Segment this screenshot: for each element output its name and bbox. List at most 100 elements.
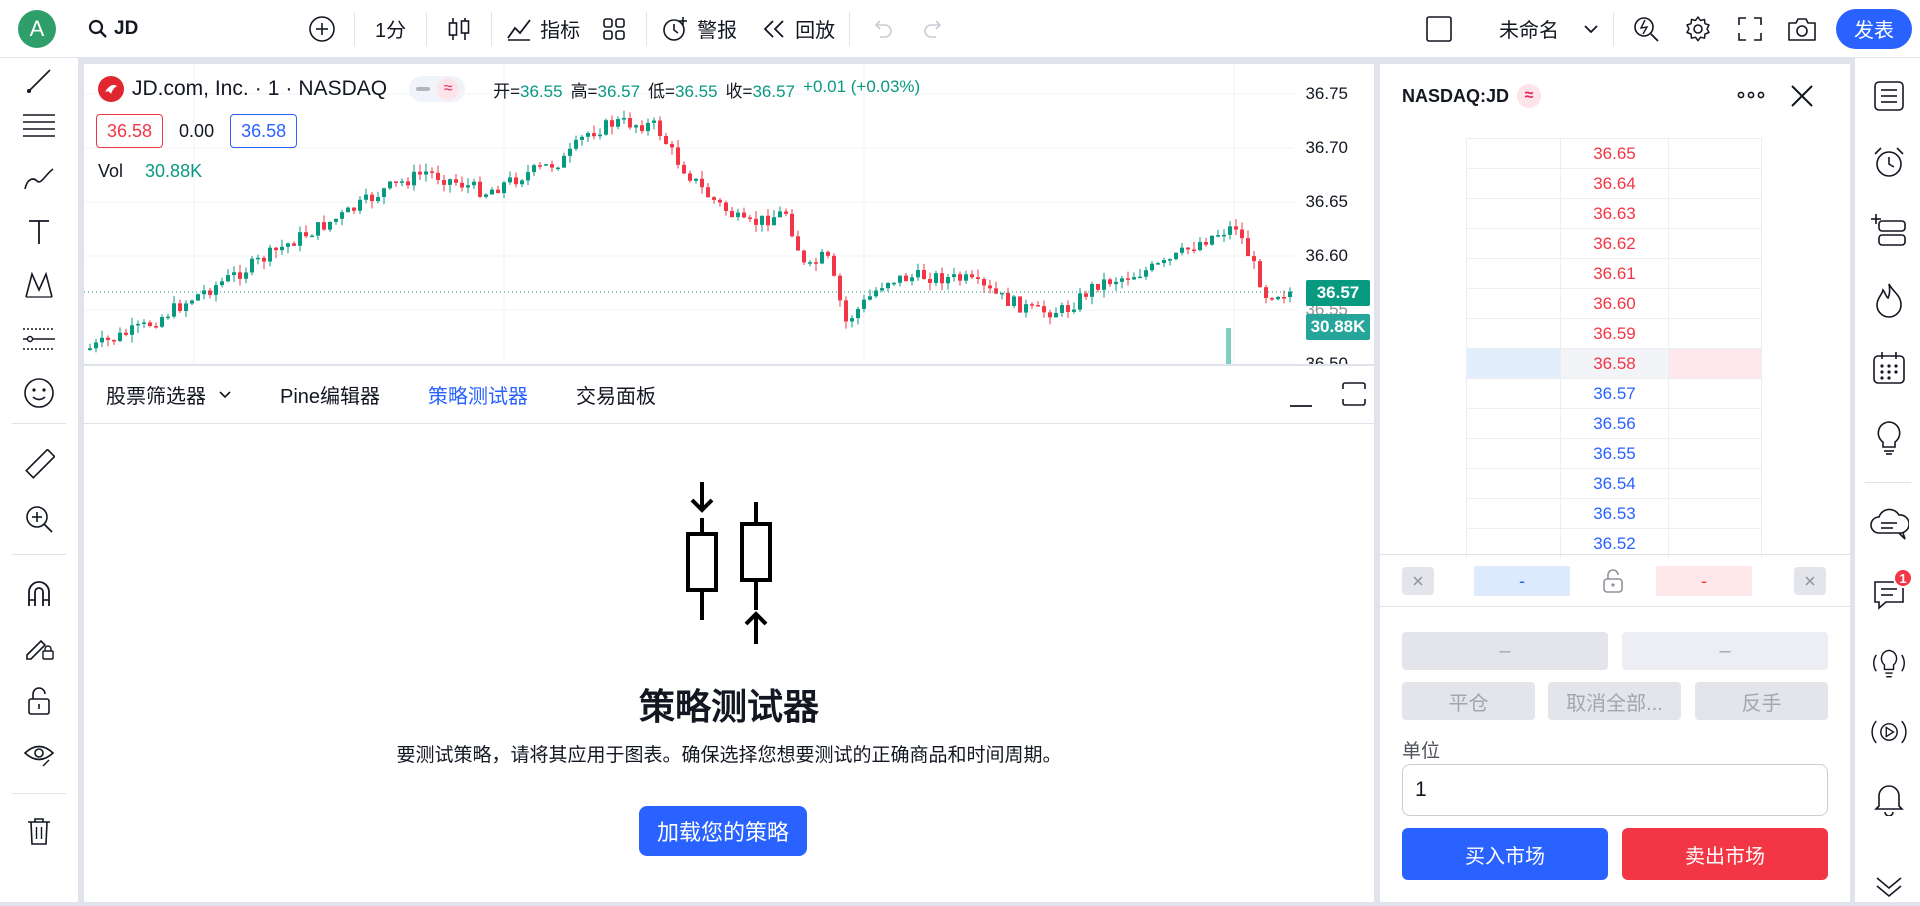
sell-limit-button[interactable]: – <box>1622 632 1828 670</box>
fullscreen-button[interactable] <box>1724 9 1776 49</box>
price-chart[interactable] <box>84 64 1374 364</box>
notifications-button[interactable] <box>1869 778 1909 818</box>
tab-stock-screener[interactable]: 股票筛选器 <box>106 380 232 409</box>
market-status-pill[interactable]: ≈ <box>409 76 466 102</box>
tech-support-button[interactable] <box>1869 644 1909 684</box>
user-avatar[interactable]: A <box>18 9 56 48</box>
dom-close-button[interactable] <box>1790 84 1814 108</box>
ladder-sell-cell[interactable] <box>1668 138 1762 168</box>
ladder-row[interactable]: 36.53 <box>1466 498 1762 528</box>
object-tree-button[interactable] <box>1869 210 1909 250</box>
clear-bid-button[interactable] <box>1402 567 1434 595</box>
ladder-sell-cell[interactable] <box>1668 198 1762 228</box>
clear-ask-button[interactable] <box>1794 567 1826 595</box>
units-input[interactable]: 1 <box>1402 764 1828 816</box>
ladder-row[interactable]: 36.57 <box>1466 378 1762 408</box>
zoom-tool[interactable] <box>20 500 58 538</box>
compare-symbol-button[interactable] <box>296 9 348 49</box>
publish-button[interactable]: 发表 <box>1836 8 1912 49</box>
replay-button[interactable]: 回放 <box>753 9 843 49</box>
cancel-all-button[interactable]: 取消全部... <box>1548 682 1681 720</box>
ladder-sell-cell[interactable] <box>1668 438 1762 468</box>
remove-drawings-tool[interactable] <box>20 812 58 850</box>
load-strategy-button[interactable]: 加载您的策略 <box>639 806 808 856</box>
watchlist-button[interactable] <box>1869 76 1909 116</box>
ladder-sell-cell[interactable] <box>1668 228 1762 258</box>
ladder-row[interactable]: 36.65 <box>1466 138 1762 168</box>
ladder-buy-cell[interactable] <box>1466 348 1560 378</box>
ladder-sell-cell[interactable] <box>1668 348 1762 378</box>
hide-drawings-tool[interactable] <box>20 736 58 774</box>
quick-search-button[interactable] <box>1620 9 1672 49</box>
lock-drawings-tool[interactable] <box>20 682 58 720</box>
stay-in-drawing-tool[interactable] <box>20 628 58 666</box>
ladder-sell-cell[interactable] <box>1668 168 1762 198</box>
ladder-sell-cell[interactable] <box>1668 288 1762 318</box>
sell-price-box[interactable]: 36.58 <box>96 114 164 148</box>
ladder-sell-cell[interactable] <box>1668 498 1762 528</box>
maximize-button[interactable] <box>1340 380 1368 410</box>
symbol-search[interactable]: JD <box>80 9 210 49</box>
flatten-button[interactable]: 平仓 <box>1402 682 1535 720</box>
broadcast-button[interactable] <box>1869 712 1909 752</box>
ladder-buy-cell[interactable] <box>1466 498 1560 528</box>
ladder-buy-cell[interactable] <box>1466 138 1560 168</box>
tab-trading-panel[interactable]: 交易面板 <box>576 380 656 409</box>
messages-button[interactable]: 1 <box>1869 568 1913 614</box>
chart-type-button[interactable] <box>433 9 485 49</box>
alert-button[interactable]: 警报 <box>653 9 745 49</box>
trend-line-tool[interactable] <box>20 62 58 100</box>
alerts-button[interactable] <box>1869 142 1909 182</box>
ladder-row[interactable]: 36.63 <box>1466 198 1762 228</box>
buy-market-button[interactable]: 买入市场 <box>1402 828 1608 880</box>
brush-tool[interactable] <box>20 160 58 198</box>
ladder-sell-cell[interactable] <box>1668 378 1762 408</box>
minimize-button[interactable] <box>1288 380 1314 410</box>
snapshot-button[interactable] <box>1776 9 1828 49</box>
ladder-buy-cell[interactable] <box>1466 468 1560 498</box>
buy-price-box[interactable]: 36.58 <box>230 114 298 148</box>
interval-button[interactable]: 1分 <box>361 9 420 49</box>
tab-pine-editor[interactable]: Pine编辑器 <box>280 380 380 409</box>
ideas-button[interactable] <box>1869 418 1909 458</box>
ladder-buy-cell[interactable] <box>1466 198 1560 228</box>
tab-strategy-tester[interactable]: 策略测试器 <box>428 380 528 409</box>
ladder-buy-cell[interactable] <box>1466 318 1560 348</box>
settings-button[interactable] <box>1672 9 1724 49</box>
ladder-row[interactable]: 36.60 <box>1466 288 1762 318</box>
reverse-button[interactable]: 反手 <box>1695 682 1828 720</box>
dom-more-button[interactable] <box>1736 90 1766 100</box>
pattern-tool[interactable] <box>20 266 58 304</box>
fib-tool[interactable] <box>20 106 58 144</box>
collapse-sidebar-button[interactable] <box>1869 866 1909 906</box>
prediction-tool[interactable] <box>20 320 58 358</box>
calendar-button[interactable] <box>1869 348 1909 388</box>
ladder-row[interactable]: 36.54 <box>1466 468 1762 498</box>
lock-ladder-button[interactable] <box>1601 568 1625 594</box>
ladder-buy-cell[interactable] <box>1466 288 1560 318</box>
indicators-button[interactable]: 指标 <box>498 9 588 49</box>
ladder-sell-cell[interactable] <box>1668 258 1762 288</box>
chart-pane[interactable]: JD.com, Inc. · 1 · NASDAQ ≈ 开=36.55 高=36… <box>84 64 1374 364</box>
ladder-buy-cell[interactable] <box>1466 258 1560 288</box>
hotlists-button[interactable] <box>1869 280 1909 320</box>
sell-market-button[interactable]: 卖出市场 <box>1622 828 1828 880</box>
magnet-tool[interactable] <box>20 574 58 612</box>
text-tool[interactable] <box>20 213 58 251</box>
undo-button[interactable] <box>856 9 908 49</box>
ladder-sell-cell[interactable] <box>1668 318 1762 348</box>
measure-tool[interactable] <box>20 446 58 484</box>
ladder-buy-cell[interactable] <box>1466 168 1560 198</box>
ladder-row[interactable]: 36.56 <box>1466 408 1762 438</box>
ladder-row[interactable]: 36.55 <box>1466 438 1762 468</box>
ladder-buy-cell[interactable] <box>1466 408 1560 438</box>
ladder-sell-cell[interactable] <box>1668 408 1762 438</box>
ladder-sell-cell[interactable] <box>1668 468 1762 498</box>
ladder-row[interactable]: 36.64 <box>1466 168 1762 198</box>
layout-name-dropdown[interactable]: 未命名 <box>1491 9 1607 49</box>
ladder-row[interactable]: 36.62 <box>1466 228 1762 258</box>
layout-button[interactable] <box>1413 9 1465 49</box>
emoji-tool[interactable] <box>20 374 58 412</box>
ladder-buy-cell[interactable] <box>1466 378 1560 408</box>
ladder-buy-cell[interactable] <box>1466 228 1560 258</box>
